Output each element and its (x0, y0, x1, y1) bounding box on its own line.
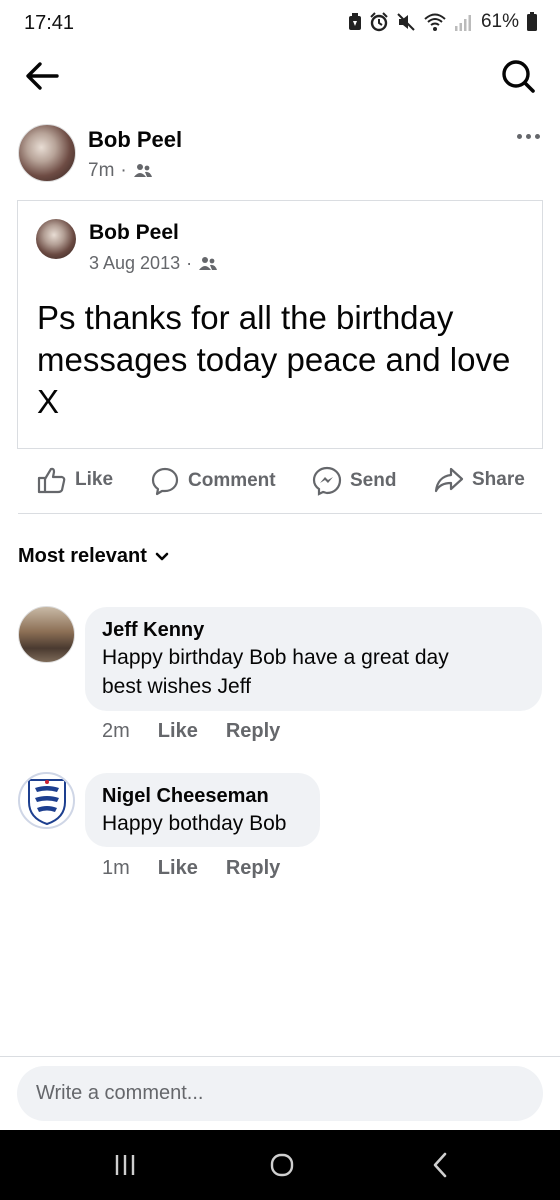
recents-icon (115, 1155, 135, 1175)
alarm-icon (370, 12, 388, 32)
comment-button[interactable]: Comment (150, 466, 276, 496)
meta-separator: · (120, 160, 127, 181)
comment-input-placeholder: Write a comment... (36, 1082, 204, 1104)
comment-reply-button[interactable]: Reply (226, 720, 280, 743)
crest-icon (27, 778, 66, 825)
comment-sort-dropdown[interactable]: Most relevant (18, 545, 169, 568)
share-icon (434, 467, 464, 493)
comment-label: Comment (188, 470, 276, 491)
messenger-icon (312, 466, 342, 496)
shared-date[interactable]: 3 Aug 2013 (89, 253, 180, 274)
system-nav-bar (0, 1130, 560, 1200)
comment-input[interactable]: Write a comment... (17, 1066, 543, 1121)
thumbs-up-icon (37, 467, 66, 494)
dot (525, 133, 531, 139)
battery-icon (527, 12, 537, 31)
post-author-name[interactable]: Bob Peel (88, 127, 182, 153)
avatar[interactable] (18, 124, 76, 182)
commenter-avatar[interactable] (18, 772, 75, 829)
wifi-icon (424, 13, 446, 31)
like-button[interactable]: Like (37, 466, 113, 494)
dot (516, 133, 522, 139)
shared-post-card[interactable]: Bob Peel 3 Aug 2013 · Ps thanks for all … (17, 200, 543, 449)
comment-actions: 1m Like Reply (102, 857, 280, 880)
meta-separator: · (186, 253, 193, 273)
post-header: Bob Peel 7m · (0, 122, 560, 188)
shared-post-text: Ps thanks for all the birthday messages … (37, 299, 511, 420)
sort-label: Most relevant (18, 545, 147, 567)
back-button[interactable] (22, 56, 62, 96)
divider (0, 1056, 560, 1057)
send-button[interactable]: Send (312, 466, 396, 496)
arrow-left-icon (26, 62, 59, 90)
comment-like-button[interactable]: Like (158, 720, 198, 743)
status-time: 17:41 (24, 12, 75, 34)
friends-icon (199, 256, 218, 270)
shared-author-name[interactable]: Bob Peel (89, 221, 179, 245)
data-saver-icon (348, 13, 361, 30)
home-icon (270, 1153, 294, 1177)
divider (18, 513, 542, 514)
post-meta: 7m · (88, 160, 153, 182)
comment-actions: 2m Like Reply (102, 720, 280, 743)
signal-icon (454, 15, 471, 31)
chevron-left-icon (433, 1152, 447, 1178)
comment-bubble[interactable]: Nigel Cheeseman Happy bothday Bob (85, 773, 320, 847)
search-button[interactable] (496, 54, 540, 98)
system-back-button[interactable] (420, 1148, 460, 1182)
comment-like-button[interactable]: Like (158, 857, 198, 880)
mute-icon (397, 13, 415, 31)
status-icons: 61% (348, 11, 538, 33)
share-label: Share (472, 469, 525, 490)
commenter-name[interactable]: Jeff Kenny (102, 617, 525, 643)
more-options-button[interactable] (510, 124, 546, 148)
dot (534, 133, 540, 139)
top-nav (0, 48, 560, 104)
friends-icon (133, 164, 152, 177)
shared-meta: 3 Aug 2013 · (89, 253, 218, 274)
recents-button[interactable] (105, 1148, 145, 1182)
comment-time: 2m (102, 720, 130, 742)
commenter-name[interactable]: Nigel Cheeseman (102, 783, 303, 809)
status-bar: 17:41 61% (0, 0, 560, 48)
comment-reply-button[interactable]: Reply (226, 857, 280, 880)
comment-text-line: Happy bothday Bob (102, 812, 287, 835)
home-button[interactable] (262, 1148, 302, 1182)
commenter-avatar[interactable] (18, 606, 75, 663)
comment-icon (151, 467, 179, 496)
post-time[interactable]: 7m (88, 160, 114, 182)
post-action-bar: Like Comment Send Share (0, 460, 560, 504)
chevron-down-icon (155, 552, 169, 560)
comment-time: 1m (102, 857, 130, 879)
search-icon (502, 60, 535, 93)
comment-text-line: Happy birthday Bob have a great day (102, 646, 449, 669)
comment-text-line: best wishes Jeff (102, 675, 252, 698)
battery-percent: 61% (480, 11, 519, 32)
send-label: Send (350, 470, 397, 491)
like-label: Like (75, 469, 114, 490)
share-button[interactable]: Share (434, 466, 525, 494)
comment-bubble[interactable]: Jeff Kenny Happy birthday Bob have a gre… (85, 607, 542, 711)
shared-avatar[interactable] (36, 219, 76, 259)
